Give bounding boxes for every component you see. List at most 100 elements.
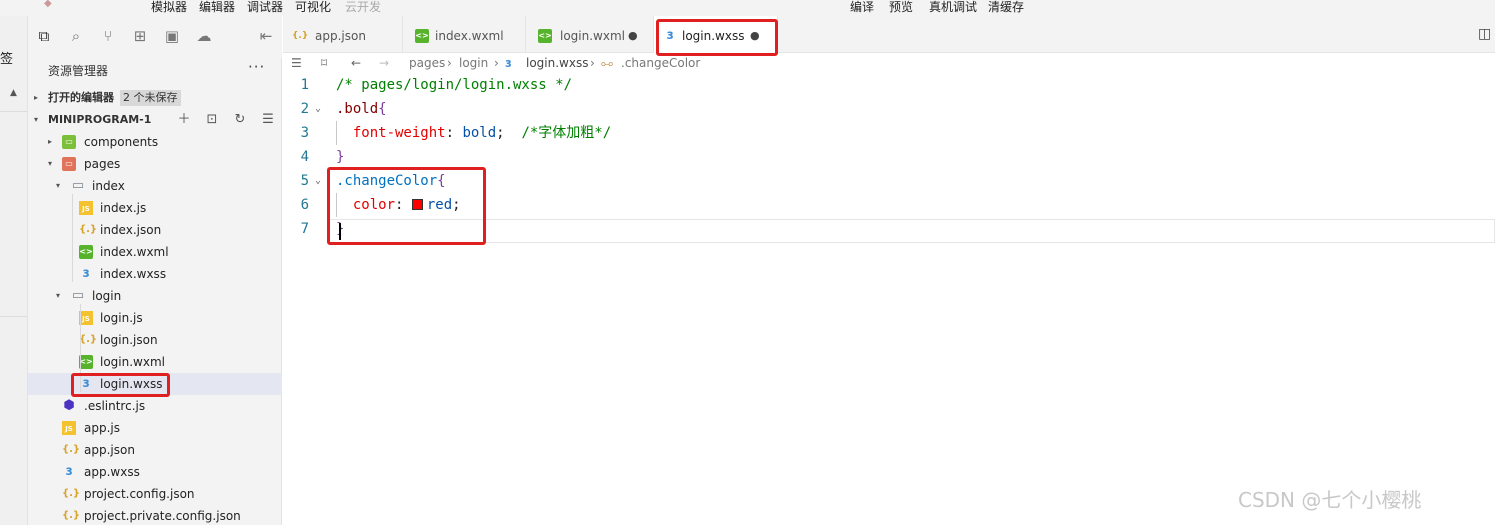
tree-item[interactable]: JS app.js	[28, 417, 282, 439]
new-folder-icon[interactable]: ⊡	[204, 109, 220, 131]
json-file-icon: {.}	[62, 510, 81, 521]
tree-item[interactable]: ɜ app.wxss	[28, 461, 282, 483]
files-icon[interactable]: ⧉	[34, 26, 54, 46]
menu-bar: ◆ 模拟器 编辑器 调试器 可视化 云开发 编译 预览 真机调试 清缓存	[0, 0, 1495, 16]
chevron-down-icon[interactable]: ▾	[48, 153, 52, 175]
code-editor[interactable]: 1 2 3 4 5 6 7 ⌄ ⌄ /* pages/login/login.w…	[283, 73, 1495, 525]
breadcrumb-file[interactable]: login.wxss	[526, 53, 588, 73]
js-file-icon: JS	[79, 201, 93, 215]
tree-item[interactable]: ▾ ▭ login	[28, 285, 282, 307]
tree-item-label: project.config.json	[84, 487, 195, 501]
tree-item-label: login	[92, 289, 122, 303]
menu-device-debug[interactable]: 真机调试	[929, 0, 977, 14]
bookmark-icon[interactable]: ⌑	[321, 53, 327, 73]
project-section[interactable]: ▾ MINIPROGRAM-1 ＋ ⊡ ↻ ☰	[28, 109, 282, 131]
back-icon[interactable]: ←	[351, 53, 361, 73]
breadcrumb-login[interactable]: login	[459, 53, 488, 73]
code-line-3: font-weight: bold; /*字体加粗*/	[352, 125, 612, 141]
menu-cloud[interactable]: 云开发	[345, 0, 381, 14]
menu-clear-cache[interactable]: 清缓存	[988, 0, 1024, 14]
left-panel-strip: 签 ▲	[0, 16, 28, 525]
line-number: 2	[300, 101, 309, 117]
tree-item[interactable]: JS index.js	[28, 197, 282, 219]
fold-chevron-icon[interactable]: ⌄	[315, 169, 321, 193]
chevron-down-icon[interactable]: ▾	[56, 175, 60, 197]
app-logo-icon: ◆	[44, 0, 52, 9]
eslint-file-icon: ⬢	[63, 398, 75, 413]
source-control-icon[interactable]: ⑂	[98, 26, 118, 46]
tab-label: app.json	[315, 29, 366, 43]
tree-item-label: .eslintrc.js	[84, 399, 146, 413]
tree-item[interactable]: {.} index.json	[28, 219, 282, 241]
menu-simulator[interactable]: 模拟器	[151, 0, 187, 14]
search-icon[interactable]: ⌕	[66, 26, 86, 46]
open-editors-section[interactable]: ▸ 打开的编辑器 2 个未保存	[28, 87, 282, 109]
breadcrumb-symbol[interactable]: .changeColor	[621, 53, 700, 73]
menu-visual[interactable]: 可视化	[295, 0, 331, 14]
scroll-up-icon[interactable]: ▲	[10, 88, 17, 98]
more-actions-icon[interactable]: ···	[248, 58, 265, 76]
breadcrumb-pages[interactable]: pages	[409, 53, 445, 73]
collapse-panel-icon[interactable]: ⇤	[256, 26, 276, 46]
tree-item-label: app.json	[84, 443, 135, 457]
fold-chevron-icon[interactable]: ⌄	[315, 97, 321, 121]
tree-item[interactable]: ⬢ .eslintrc.js	[28, 395, 282, 417]
new-file-icon[interactable]: ＋	[176, 109, 192, 131]
refresh-icon[interactable]: ↻	[232, 109, 248, 131]
code-line-1: /* pages/login/login.wxss */	[336, 77, 573, 93]
line-number: 7	[300, 221, 309, 237]
storage-icon[interactable]: ▣	[162, 26, 182, 46]
menu-editor[interactable]: 编辑器	[199, 0, 235, 14]
chevron-right-icon[interactable]: ▸	[48, 131, 52, 153]
menu-debugger[interactable]: 调试器	[247, 0, 283, 14]
tree-item[interactable]: {.} app.json	[28, 439, 282, 461]
collapse-all-icon[interactable]: ☰	[260, 109, 276, 131]
unsaved-dot-icon[interactable]: ●	[628, 16, 638, 56]
tree-item[interactable]: {.} project.config.json	[28, 483, 282, 505]
project-label: MINIPROGRAM-1	[48, 113, 152, 126]
tree-item-label: index.wxss	[100, 267, 167, 281]
docker-icon[interactable]: ☁	[194, 26, 214, 46]
annotation-box	[656, 19, 778, 56]
left-strip-label: 签	[0, 52, 14, 67]
divider	[0, 316, 28, 317]
tree-item[interactable]: <> index.wxml	[28, 241, 282, 263]
wxml-file-icon: <>	[79, 245, 93, 259]
tree-item[interactable]: ▸ ▭ components	[28, 131, 282, 153]
json-file-icon: {.}	[62, 488, 81, 499]
tree-item[interactable]: ▾ ▭ pages	[28, 153, 282, 175]
folder-icon: ▭	[71, 178, 85, 193]
tree-item[interactable]: {.} project.private.config.json	[28, 505, 282, 525]
list-icon[interactable]: ☰	[291, 53, 302, 73]
tab-login-wxml[interactable]: <> login.wxml ●	[526, 16, 654, 53]
tree-item-label: index	[92, 179, 125, 193]
chevron-down-icon: ▾	[34, 115, 39, 124]
menu-preview[interactable]: 预览	[889, 0, 913, 14]
watermark: CSDN @七个小樱桃	[1238, 488, 1422, 512]
line-number: 6	[300, 197, 309, 213]
tab-app-json[interactable]: {.} app.json	[283, 16, 403, 53]
code-line-2: .bold{	[336, 101, 387, 117]
tree-item[interactable]: ▾ ▭ index	[28, 175, 282, 197]
tree-item-label: login.js	[100, 311, 143, 325]
wxss-file-icon: ɜ	[82, 266, 90, 281]
line-number: 1	[300, 77, 309, 93]
wxss-file-icon: ɜ	[65, 464, 73, 479]
forward-icon[interactable]: →	[379, 53, 389, 73]
extensions-icon[interactable]: ⊞	[130, 26, 150, 46]
editor-tab-bar: {.} app.json <> index.wxml <> login.wxml…	[283, 16, 1495, 53]
open-editors-label: 打开的编辑器	[48, 91, 114, 104]
tab-index-wxml[interactable]: <> index.wxml	[403, 16, 526, 53]
activity-bar: ⧉ ⌕ ⑂ ⊞ ▣ ☁ ⇤	[28, 16, 282, 58]
indent-guide	[72, 194, 73, 282]
tree-item[interactable]: <> login.wxml	[28, 351, 282, 373]
tree-item[interactable]: {.} login.json	[28, 329, 282, 351]
wxml-file-icon: <>	[79, 355, 93, 369]
split-editor-icon[interactable]: ◫	[1478, 26, 1491, 42]
chevron-down-icon[interactable]: ▾	[56, 285, 60, 307]
tree-item-label: app.wxss	[84, 465, 140, 479]
tree-item[interactable]: JS login.js	[28, 307, 282, 329]
tree-item[interactable]: ɜ index.wxss	[28, 263, 282, 285]
menu-compile[interactable]: 编译	[850, 0, 874, 14]
tree-item-label: index.wxml	[100, 245, 169, 259]
